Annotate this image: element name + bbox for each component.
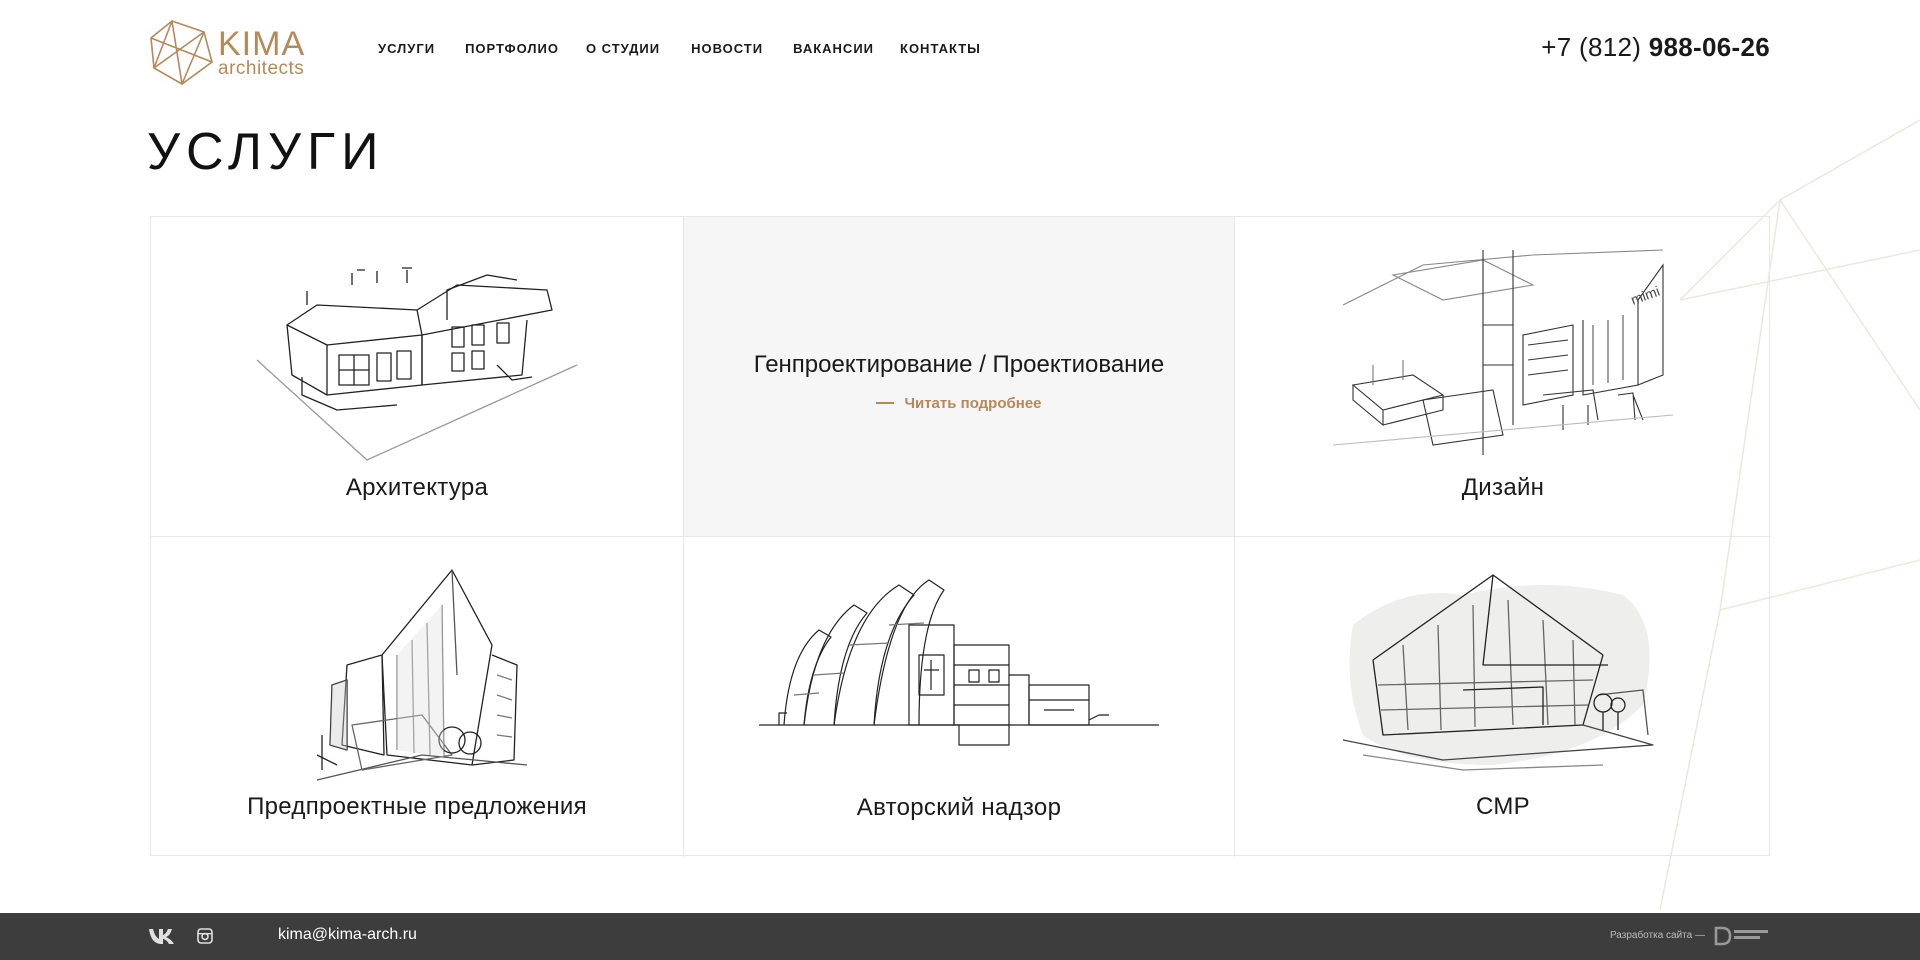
site-header: KIMA architects УСЛУГИ ПОРТФОЛИО О СТУДИ… [0, 0, 1920, 100]
interior-sketch-icon: mimi [1333, 249, 1673, 455]
nav-item-about[interactable]: О СТУДИИ [586, 41, 660, 56]
footer-email-link[interactable]: kima@kima-arch.ru [278, 926, 417, 944]
service-card-general-design[interactable]: Генпроектирование / Проектиование Читать… [684, 217, 1235, 537]
nav-item-services[interactable]: УСЛУГИ [378, 41, 435, 56]
church-sketch-icon [759, 579, 1159, 746]
service-label: Архитектура [345, 474, 489, 501]
villa-sketch-icon [1343, 574, 1654, 771]
nav-item-vacancies[interactable]: ВАКАНСИИ [793, 41, 874, 56]
logo[interactable]: KIMA architects [148, 18, 305, 86]
developer-logo-icon[interactable] [1714, 925, 1770, 947]
service-card-preproject[interactable]: Предпроектные предложения [151, 537, 684, 857]
service-card-construction[interactable]: СМР [1235, 537, 1771, 857]
towers-sketch-icon [316, 569, 528, 781]
site-footer: kima@kima-arch.ru Разработка сайта — [0, 913, 1920, 960]
read-more-label: Читать подробнее [904, 395, 1042, 412]
svg-text:mimi: mimi [1629, 283, 1662, 308]
house-sketch-icon [256, 267, 578, 461]
phone-prefix: +7 (812) [1541, 32, 1649, 62]
service-label: СМР [1476, 793, 1530, 820]
instagram-icon[interactable] [197, 928, 213, 944]
service-card-supervision[interactable]: Авторский надзор [684, 537, 1235, 857]
service-label: Дизайн [1461, 474, 1545, 501]
logo-line1: KIMA [218, 24, 306, 63]
service-card-design[interactable]: mimi Дизайн [1235, 217, 1771, 537]
nav-item-contacts[interactable]: КОНТАКТЫ [900, 41, 981, 56]
service-label: Предпроектные предложения [247, 793, 587, 820]
phone-number[interactable]: +7 (812) 988-06-26 [1541, 32, 1770, 63]
read-more-link[interactable]: Читать подробнее [684, 395, 1234, 412]
logo-line2: architects [218, 57, 305, 79]
service-label: Авторский надзор [856, 794, 1062, 821]
nav-item-news[interactable]: НОВОСТИ [691, 41, 763, 56]
dash-icon [876, 401, 895, 404]
service-label: Генпроектирование / Проектиование [753, 351, 1165, 378]
service-card-architecture[interactable]: Архитектура [151, 217, 684, 537]
logo-mark-icon [150, 20, 213, 85]
main-nav: УСЛУГИ ПОРТФОЛИО О СТУДИИ НОВОСТИ ВАКАНС… [378, 41, 981, 56]
logo-text: KIMA architects [218, 27, 305, 78]
developer-label: Разработка сайта — [1609, 930, 1705, 941]
page-title: УСЛУГИ [147, 123, 385, 181]
phone-main: 988-06-26 [1648, 32, 1770, 62]
vk-icon[interactable] [148, 927, 176, 945]
nav-item-portfolio[interactable]: ПОРТФОЛИО [465, 41, 559, 56]
services-grid: Архитектура Генпроектирование / Проектио… [150, 216, 1771, 857]
